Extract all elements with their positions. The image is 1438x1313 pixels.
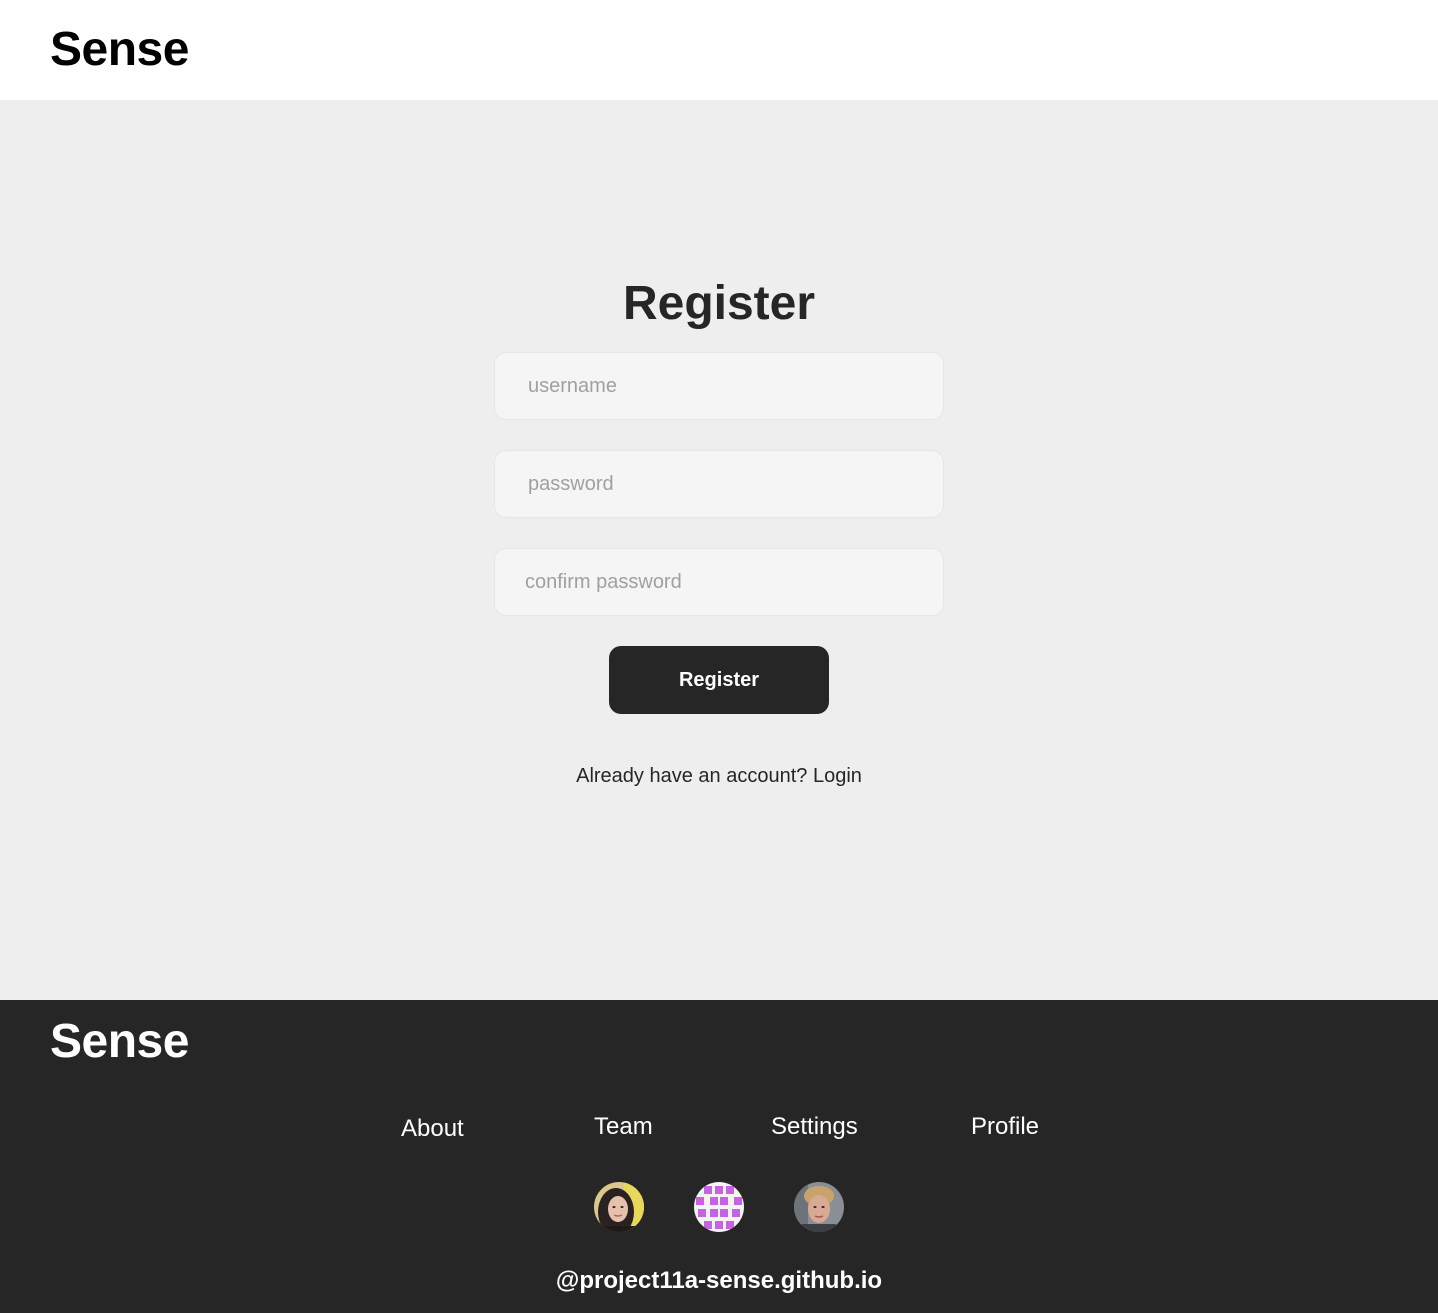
register-button[interactable]: Register xyxy=(609,646,829,714)
team-avatar-1[interactable] xyxy=(594,1182,644,1232)
password-input[interactable] xyxy=(495,451,943,517)
register-section: Register Register Already have an accoun… xyxy=(0,100,1438,1000)
confirm-password-field[interactable] xyxy=(494,548,944,616)
footer-site-url[interactable]: @project11a-sense.github.io xyxy=(0,1267,1438,1295)
username-field[interactable] xyxy=(494,352,944,420)
confirm-password-input[interactable] xyxy=(495,549,943,615)
team-avatar-2[interactable] xyxy=(694,1182,744,1232)
team-avatar-3[interactable] xyxy=(794,1182,844,1232)
avatar-pattern-purple-icon xyxy=(694,1182,744,1232)
footer-brand-logo[interactable]: Sense xyxy=(50,1014,189,1070)
footer-link-profile[interactable]: Profile xyxy=(971,1113,1039,1141)
page-title: Register xyxy=(622,277,816,330)
brand-logo[interactable]: Sense xyxy=(50,22,189,78)
login-prompt-text: Already have an account? xyxy=(576,765,808,787)
site-footer: Sense About Team Settings Profile @proje… xyxy=(0,1000,1438,1313)
avatar-photo-man-icon xyxy=(794,1182,844,1232)
avatar-photo-woman-icon xyxy=(594,1182,644,1232)
username-input[interactable] xyxy=(495,353,943,419)
footer-link-settings[interactable]: Settings xyxy=(771,1113,858,1141)
login-prompt: Already have an account? Login xyxy=(0,765,1438,788)
password-field[interactable] xyxy=(494,450,944,518)
login-link[interactable]: Login xyxy=(813,765,862,787)
footer-link-about[interactable]: About xyxy=(401,1115,464,1143)
footer-link-team[interactable]: Team xyxy=(594,1113,653,1141)
site-header: Sense xyxy=(0,0,1438,100)
